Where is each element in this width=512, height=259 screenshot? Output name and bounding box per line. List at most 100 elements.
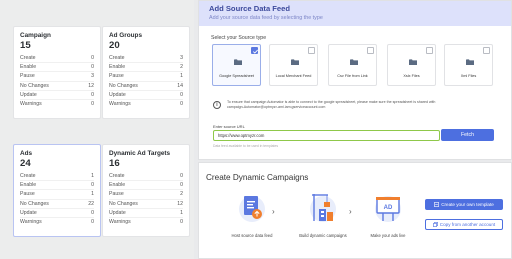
info-notice: i To ensure that campaign Automator is a…	[213, 100, 505, 110]
stat-label: Enable	[109, 182, 126, 189]
feed-subtitle: Add your source data feed by selecting t…	[209, 15, 323, 21]
info-line-2: campaign-Automator@optmyzr-ami.iam.gserv…	[227, 105, 326, 109]
stat-value: 0	[91, 64, 94, 71]
stat-label: Warnings	[109, 218, 131, 225]
stat-value: 22	[88, 200, 94, 207]
stat-row: Warnings 0	[20, 100, 94, 109]
stat-value: 12	[88, 82, 94, 89]
build-blocks-icon	[310, 194, 336, 222]
stat-value: 0	[91, 218, 94, 225]
stat-label: Create	[20, 173, 36, 179]
stat-value: 0	[91, 182, 94, 189]
stat-label: Warnings	[20, 218, 42, 225]
adgroups-stats-card[interactable]: Ad Groups 20 Create 3 Enable 2 Pause 1 No Chan…	[102, 26, 190, 119]
chevron-right-icon: ›	[349, 207, 352, 216]
stat-rows: Create 0 Enable 0 Pause 3 No Changes 12 Update 0 W…	[20, 54, 94, 109]
checkbox[interactable]	[367, 47, 374, 54]
stat-value: 1	[91, 191, 94, 198]
stat-label: Enable	[109, 64, 126, 71]
stat-row: Pause 3	[20, 72, 94, 82]
create-campaigns-panel: Create Dynamic Campaigns Host source dat…	[198, 162, 512, 259]
source-type-xml[interactable]: Xml Files	[444, 44, 493, 86]
card-title: Ad Groups	[109, 32, 143, 39]
card-total: 15	[20, 40, 31, 51]
source-url-input[interactable]	[213, 130, 440, 141]
stat-row: Create 0	[109, 172, 183, 182]
url-label: Enter source URL	[213, 124, 245, 129]
source-type-local-merchant-feed[interactable]: Local Merchant Feed	[269, 44, 318, 86]
stat-row: Enable 2	[109, 63, 183, 73]
stat-value: 3	[180, 55, 183, 61]
stat-row: Pause 1	[20, 190, 94, 200]
source-type-label: Csv File from Link	[337, 74, 368, 78]
stat-row: Create 0	[20, 54, 94, 64]
source-type-label: Google Spreadsheet	[219, 74, 254, 78]
stat-row: No Changes 22	[20, 200, 94, 209]
source-type-xslx[interactable]: Xslx Files	[387, 44, 436, 86]
ad-billboard-icon: AD	[375, 196, 401, 222]
document-upload-icon	[239, 196, 265, 222]
stats-panel: Campaign 15 Create 0 Enable 0 Pause 3 No Chang…	[0, 0, 194, 259]
stat-label: No Changes	[20, 200, 49, 207]
stat-label: Update	[20, 91, 37, 98]
stat-value: 0	[91, 91, 94, 98]
stat-value: 1	[91, 173, 94, 179]
dynamic-ad-targets-stats-card[interactable]: Dynamic Ad Targets 16 Create 0 Enable 0 Paus…	[102, 144, 190, 237]
stat-value: 2	[180, 191, 183, 198]
stat-label: Pause	[20, 191, 35, 198]
folder-icon	[466, 59, 474, 65]
stat-value: 1	[180, 209, 183, 216]
stat-row: No Changes 12	[20, 82, 94, 91]
ads-stats-card[interactable]: Ads 24 Create 1 Enable 0 Pause 1 No Changes 22 U…	[13, 144, 101, 237]
source-type-label: Local Merchant Feed	[275, 74, 312, 78]
stat-label: Update	[109, 91, 126, 98]
url-help-text: Data feed available to be used in templa…	[213, 144, 279, 148]
stat-value: 0	[180, 100, 183, 107]
card-title: Dynamic Ad Targets	[109, 150, 171, 157]
copy-account-button[interactable]: Copy from another account	[425, 219, 503, 230]
stat-value: 0	[180, 91, 183, 98]
checkbox-checked[interactable]	[251, 47, 259, 54]
stat-value: 0	[180, 173, 183, 179]
step-label: Build dynamic campaigns	[299, 233, 347, 238]
card-title: Ads	[20, 150, 33, 157]
card-total: 24	[20, 158, 31, 169]
stat-label: Create	[20, 55, 36, 61]
card-title: Campaign	[20, 32, 51, 39]
campaign-stats-card[interactable]: Campaign 15 Create 0 Enable 0 Pause 3 No Chang…	[13, 26, 101, 119]
step-label: Host source data feed	[231, 233, 273, 238]
stat-rows: Create 1 Enable 0 Pause 1 No Changes 22 Update 0 W…	[20, 172, 94, 227]
source-type-google-spreadsheet[interactable]: Google Spreadsheet	[212, 44, 261, 86]
stat-value: 14	[177, 82, 183, 89]
step-label: Make your ads live	[370, 233, 406, 238]
folder-icon	[350, 59, 358, 65]
stat-label: Pause	[109, 191, 124, 198]
create-template-label: Create your own template	[441, 202, 494, 207]
info-text: To ensure that campaign Automator is abl…	[227, 100, 435, 110]
folder-icon	[409, 59, 417, 65]
source-type-label: Xslx Files	[403, 74, 420, 78]
checkbox[interactable]	[483, 47, 490, 54]
stat-label: Update	[20, 209, 37, 216]
stat-row: No Changes 14	[109, 82, 183, 91]
create-template-button[interactable]: Create your own template	[425, 199, 503, 210]
source-type-csv-link[interactable]: Csv File from Link	[328, 44, 377, 86]
stat-row: Update 1	[109, 209, 183, 218]
folder-icon	[291, 59, 299, 65]
stat-label: Update	[109, 209, 126, 216]
fetch-button[interactable]: Fetch	[441, 129, 494, 141]
stat-row: Pause 1	[109, 72, 183, 82]
stat-value: 3	[91, 73, 94, 80]
source-type-label: Select your Source type	[211, 35, 267, 41]
source-type-label: Xml Files	[460, 74, 477, 78]
stat-label: No Changes	[109, 200, 138, 207]
stat-row: Update 0	[20, 209, 94, 218]
checkbox[interactable]	[426, 47, 433, 54]
stat-label: No Changes	[109, 82, 138, 89]
stat-value: 1	[180, 73, 183, 80]
checkbox[interactable]	[308, 47, 315, 54]
stat-value: 0	[180, 182, 183, 189]
create-title: Create Dynamic Campaigns	[206, 173, 309, 182]
stat-rows: Create 0 Enable 0 Pause 2 No Changes 12 Update 1 W…	[109, 172, 183, 227]
stat-label: Enable	[20, 182, 37, 189]
